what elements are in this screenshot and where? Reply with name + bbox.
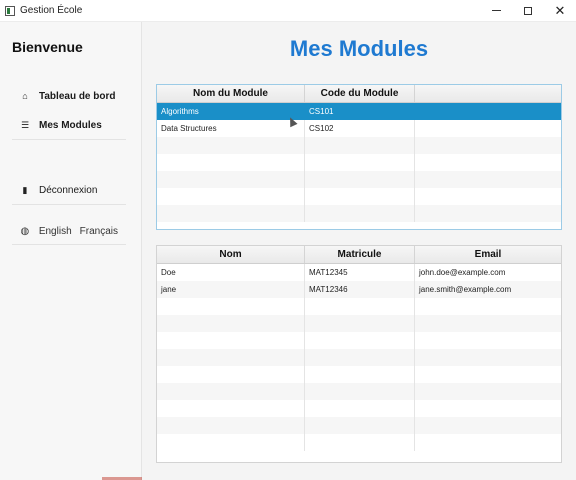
cell-matricule: MAT12346 <box>305 281 415 298</box>
welcome-heading: Bienvenue <box>12 39 83 55</box>
maximize-button[interactable] <box>512 0 544 22</box>
empty-row <box>157 349 561 366</box>
table-row[interactable]: jane MAT12346 jane.smith@example.com <box>157 281 561 298</box>
empty-row <box>157 417 561 434</box>
column-header-module-code[interactable]: Code du Module <box>305 85 415 102</box>
cell-empty <box>415 103 561 120</box>
modules-table[interactable]: Nom du Module Code du Module Algorithms … <box>156 84 562 230</box>
title-bar: Gestion École ✕ <box>0 0 576 22</box>
page-title: Mes Modules <box>289 36 429 61</box>
sidebar-item-logout[interactable]: ▮ Déconnexion <box>12 176 126 204</box>
table-row[interactable]: Algorithms CS101 <box>157 103 561 120</box>
column-header-nom[interactable]: Nom <box>157 246 305 263</box>
sidebar-item-dashboard[interactable]: ⌂ Tableau de bord <box>12 82 126 110</box>
table-header: Nom du Module Code du Module <box>157 85 561 103</box>
home-icon: ⌂ <box>22 91 28 101</box>
cell-empty <box>415 120 561 137</box>
maximize-icon <box>524 6 532 15</box>
empty-row <box>157 366 561 383</box>
window-controls: ✕ <box>480 0 576 22</box>
students-table[interactable]: Nom Matricule Email Doe MAT12345 john.do… <box>156 245 562 463</box>
empty-row <box>157 332 561 349</box>
language-english-link[interactable]: English <box>39 226 72 237</box>
close-button[interactable]: ✕ <box>544 0 576 22</box>
window-title: Gestion École <box>20 5 83 16</box>
column-header-empty <box>415 85 561 102</box>
cell-matricule: MAT12345 <box>305 264 415 281</box>
empty-row <box>157 188 561 205</box>
sidebar-item-modules[interactable]: ☰ Mes Modules <box>12 111 126 139</box>
empty-row <box>157 434 561 451</box>
cell-module-name: Algorithms <box>157 103 305 120</box>
divider <box>12 204 126 205</box>
empty-row <box>157 154 561 171</box>
cell-email: john.doe@example.com <box>419 268 506 277</box>
cell-nom: Doe <box>157 264 305 281</box>
cell-module-code: CS101 <box>305 103 415 120</box>
cell-module-code: CS102 <box>305 120 415 137</box>
language-selector: ◍ English Français <box>12 219 126 243</box>
cell-email: jane.smith@example.com <box>419 285 512 294</box>
language-french-link[interactable]: Français <box>80 226 118 237</box>
minimize-icon <box>491 10 501 11</box>
empty-row <box>157 298 561 315</box>
column-header-module-name[interactable]: Nom du Module <box>157 85 305 102</box>
empty-row <box>157 315 561 332</box>
globe-icon: ◍ <box>20 225 30 237</box>
door-icon: ▮ <box>22 184 28 195</box>
cell-module-name: Data Structures <box>157 120 305 137</box>
close-icon: ✕ <box>554 3 566 18</box>
empty-row <box>157 205 561 222</box>
empty-row <box>157 400 561 417</box>
divider <box>12 244 126 245</box>
table-header: Nom Matricule Email <box>157 246 561 264</box>
column-header-email[interactable]: Email <box>415 246 561 263</box>
empty-row <box>157 171 561 188</box>
column-header-matricule[interactable]: Matricule <box>305 246 415 263</box>
sidebar: Bienvenue ⌂ Tableau de bord ☰ Mes Module… <box>0 22 142 480</box>
sidebar-item-label: Mes Modules <box>39 119 102 131</box>
table-row[interactable]: Data Structures CS102 <box>157 120 561 137</box>
divider <box>12 139 126 140</box>
empty-row <box>157 383 561 400</box>
minimize-button[interactable] <box>480 0 512 22</box>
cell-nom: jane <box>157 281 305 298</box>
sidebar-item-label: Déconnexion <box>39 184 98 196</box>
list-icon: ☰ <box>20 119 30 130</box>
table-row[interactable]: Doe MAT12345 john.doe@example.com <box>157 264 561 281</box>
empty-row <box>157 137 561 154</box>
app-icon <box>5 5 15 16</box>
sidebar-item-label: Tableau de bord <box>39 90 116 102</box>
